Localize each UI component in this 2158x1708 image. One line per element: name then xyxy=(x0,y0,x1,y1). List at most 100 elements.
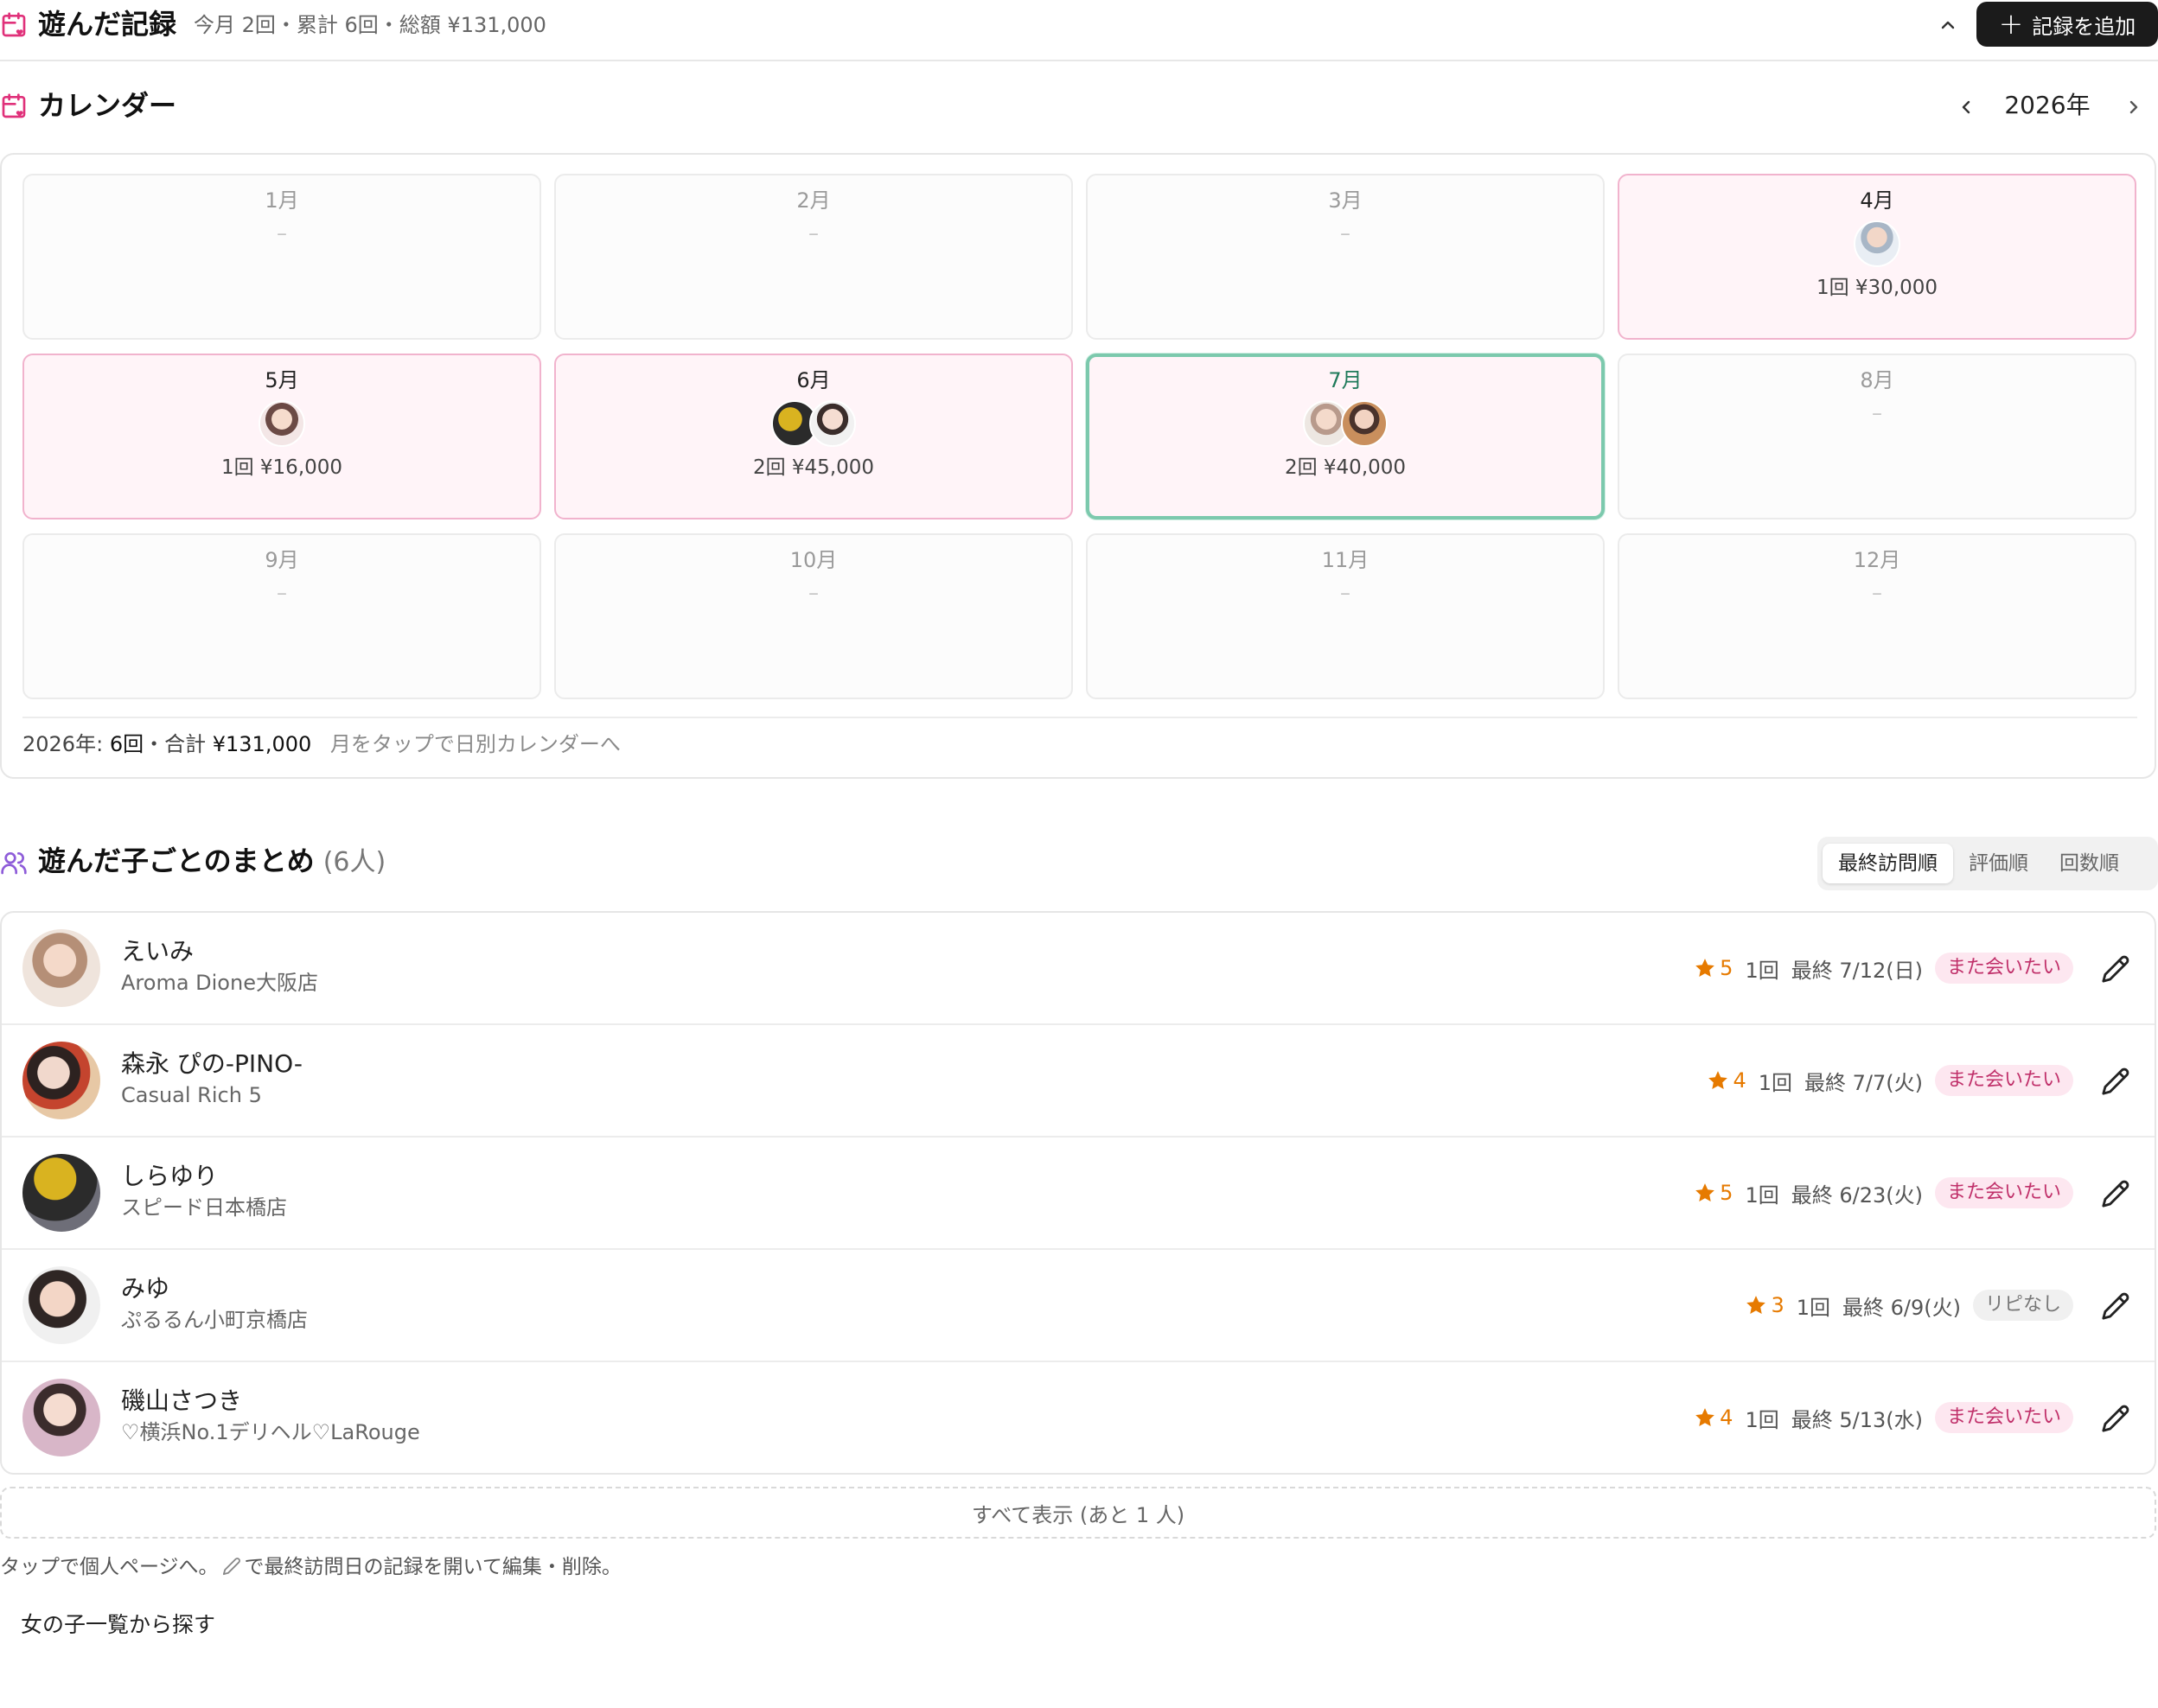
girl-name: 森永 ぴの-PINO- xyxy=(121,1049,303,1078)
month-cell-6[interactable]: 6月 2回 ¥45,000 xyxy=(554,354,1073,519)
edit-button[interactable] xyxy=(2097,1400,2134,1437)
calendar-heart-icon xyxy=(2,93,26,118)
avatar xyxy=(22,1154,100,1232)
edit-button[interactable] xyxy=(2097,1176,2134,1212)
visit-count: 1回 xyxy=(1745,1182,1779,1208)
list-item[interactable]: しらゆり スピード日本橋店 5 1回 最終 6/23(火) また会いたい xyxy=(2,1138,2155,1250)
sort-toggle: 最終訪問順 評価順 回数順 xyxy=(1817,837,2158,890)
users-icon xyxy=(1,852,27,875)
last-visit: 最終 7/7(火) xyxy=(1804,1070,1923,1095)
sort-count[interactable]: 回数順 xyxy=(2044,844,2135,883)
month-cell-8[interactable]: 8月 – xyxy=(1618,354,2136,519)
month-cell-11[interactable]: 11月 – xyxy=(1086,533,1605,699)
list-item[interactable]: 磯山さつき ♡横浜No.1デリヘル♡LaRouge 4 1回 最終 5/13(水… xyxy=(2,1362,2155,1473)
avatar xyxy=(22,1266,100,1344)
summary-count: (6人) xyxy=(322,847,386,877)
help-note: タップで個人ページへ。 で最終訪問日の記録を開いて編集・削除。 xyxy=(0,1552,622,1582)
month-empty: – xyxy=(808,221,819,245)
status-badge: また会いたい xyxy=(1934,1065,2073,1096)
footer-sep: ・合計 xyxy=(144,732,207,756)
month-cell-2[interactable]: 2月 – xyxy=(554,174,1073,340)
add-record-button[interactable]: + 記録を追加 xyxy=(1976,2,2158,47)
rating-value: 4 xyxy=(1720,1405,1733,1430)
status-badge: また会いたい xyxy=(1934,953,2073,984)
month-cell-5[interactable]: 5月 1回 ¥16,000 xyxy=(22,354,541,519)
month-cell-10[interactable]: 10月 – xyxy=(554,533,1073,699)
month-label: 11月 xyxy=(1321,548,1370,572)
collapse-button[interactable] xyxy=(1933,10,1963,40)
calendar-title: カレンダー xyxy=(38,89,177,122)
rating: 3 xyxy=(1745,1293,1784,1317)
year-calendar: 1月 – 2月 – 3月 – 4月 1回 ¥30,000 5月 1回 ¥16,0… xyxy=(0,153,2156,779)
rating: 4 xyxy=(1707,1068,1746,1093)
help-note-before: タップで個人ページへ。 xyxy=(0,1556,219,1578)
shop-name: スピード日本橋店 xyxy=(121,1195,287,1220)
rating: 4 xyxy=(1694,1405,1733,1430)
star-icon xyxy=(1708,1071,1728,1089)
month-avatars xyxy=(1619,220,2135,269)
plus-icon: + xyxy=(1998,7,2024,41)
month-empty: – xyxy=(277,221,287,245)
chevron-right-icon xyxy=(2129,100,2138,114)
avatar xyxy=(809,400,856,447)
status-badge: リピなし xyxy=(1972,1290,2073,1321)
month-label: 6月 xyxy=(796,368,831,392)
footer-total: ¥131,000 xyxy=(212,732,312,756)
month-avatars xyxy=(24,400,540,449)
rating-value: 5 xyxy=(1720,1181,1733,1205)
pencil-icon xyxy=(2102,1405,2129,1432)
month-cell-1[interactable]: 1月 – xyxy=(22,174,541,340)
rating: 5 xyxy=(1694,1181,1733,1205)
status-badge: また会いたい xyxy=(1934,1177,2073,1208)
shop-name: ♡横浜No.1デリヘル♡LaRouge xyxy=(121,1420,420,1444)
month-cell-3[interactable]: 3月 – xyxy=(1086,174,1605,340)
edit-button[interactable] xyxy=(2097,1063,2134,1099)
star-icon xyxy=(1695,1183,1715,1201)
next-year-button[interactable] xyxy=(2118,92,2149,123)
month-label: 3月 xyxy=(1328,188,1363,213)
prev-year-button[interactable] xyxy=(1950,92,1982,123)
rating-value: 3 xyxy=(1771,1293,1784,1317)
edit-button[interactable] xyxy=(2097,951,2134,987)
month-grid: 1月 – 2月 – 3月 – 4月 1回 ¥30,000 5月 1回 ¥16,0… xyxy=(22,174,2137,699)
month-label: 9月 xyxy=(265,548,299,572)
sort-rating[interactable]: 評価順 xyxy=(1953,844,2044,883)
avatar xyxy=(1341,400,1388,447)
edit-button[interactable] xyxy=(2097,1288,2134,1324)
list-item[interactable]: みゆ ぷるるん小町京橋店 3 1回 最終 6/9(火) リピなし xyxy=(2,1250,2155,1362)
month-label: 7月 xyxy=(1328,368,1363,392)
visit-count: 1回 xyxy=(1758,1070,1792,1095)
month-label: 5月 xyxy=(265,368,299,392)
month-avatars xyxy=(556,400,1071,449)
month-label: 4月 xyxy=(1860,188,1894,213)
month-cell-7[interactable]: 7月 2回 ¥40,000 xyxy=(1086,354,1605,519)
month-cell-9[interactable]: 9月 – xyxy=(22,533,541,699)
star-icon xyxy=(1695,1408,1715,1426)
year-label: 2026年 xyxy=(2004,91,2091,119)
visit-count: 1回 xyxy=(1745,1407,1779,1432)
month-cell-4[interactable]: 4月 1回 ¥30,000 xyxy=(1618,174,2136,340)
footer-hint: 月をタップで日別カレンダーへ xyxy=(329,732,621,756)
page-header: 遊んだ記録 今月 2回・累計 6回・総額 ¥131,000 + 記録を追加 xyxy=(0,0,2158,61)
shop-name: Casual Rich 5 xyxy=(121,1083,262,1107)
pencil-icon xyxy=(2102,1180,2129,1208)
month-label: 12月 xyxy=(1853,548,1901,572)
pencil-icon xyxy=(222,1558,240,1576)
girl-name: しらゆり xyxy=(121,1162,219,1190)
list-item[interactable]: 森永 ぴの-PINO- Casual Rich 5 4 1回 最終 7/7(火)… xyxy=(2,1025,2155,1138)
month-cell-12[interactable]: 12月 – xyxy=(1618,533,2136,699)
girl-name: みゆ xyxy=(121,1274,170,1303)
search-girls-link[interactable]: 女の子一覧から探す xyxy=(21,1609,215,1641)
visit-count: 1回 xyxy=(1796,1295,1830,1320)
pencil-icon xyxy=(2102,955,2129,983)
month-empty: – xyxy=(1872,401,1882,425)
help-note-after: で最終訪問日の記録を開いて編集・削除。 xyxy=(244,1556,622,1578)
sort-last-visit[interactable]: 最終訪問順 xyxy=(1823,844,1953,883)
summary-title: 遊んだ子ごとのまとめ (6人) xyxy=(38,842,386,882)
show-all-button[interactable]: すべて表示 (あと 1 人) xyxy=(0,1487,2156,1539)
girl-name: 磯山さつき xyxy=(121,1386,243,1415)
month-empty: – xyxy=(277,581,287,605)
row-meta: 5 1回 最終 6/23(火) また会いたい xyxy=(1694,1176,2073,1210)
list-item[interactable]: えいみ Aroma Dione大阪店 5 1回 最終 7/12(日) また会いた… xyxy=(2,913,2155,1025)
girl-name: えいみ xyxy=(121,937,195,966)
